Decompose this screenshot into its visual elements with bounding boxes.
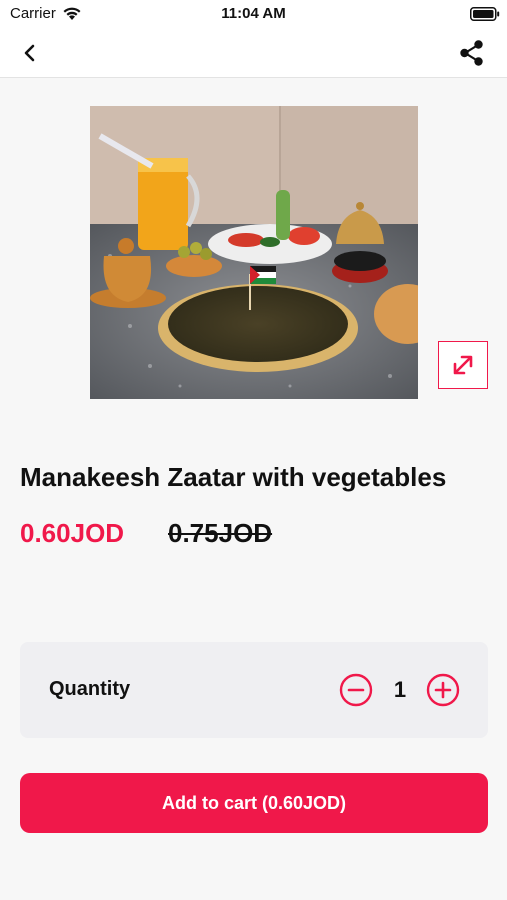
increase-quantity-button[interactable] — [426, 673, 460, 707]
expand-icon — [453, 355, 473, 375]
nav-bar — [0, 28, 507, 78]
quantity-value: 1 — [393, 677, 407, 702]
battery-icon — [470, 7, 500, 26]
product-title: Manakeesh Zaatar with vegetables — [20, 462, 447, 492]
current-price: 0.60JOD — [20, 518, 125, 548]
original-price: 0.75JOD — [168, 518, 273, 548]
decrease-quantity-button[interactable] — [339, 673, 373, 707]
expand-image-button[interactable] — [438, 341, 488, 389]
plus-circle-icon — [426, 673, 460, 707]
share-icon — [460, 40, 483, 66]
back-button[interactable] — [14, 38, 46, 68]
quantity-card: Quantity 1 — [20, 642, 488, 738]
status-bar: Carrier 11:04 AM — [0, 0, 507, 28]
add-to-cart-button[interactable]: Add to cart (0.60JOD) — [20, 773, 488, 833]
share-button[interactable] — [454, 36, 490, 70]
minus-circle-icon — [339, 673, 373, 707]
status-time: 11:04 AM — [221, 5, 286, 22]
quantity-label: Quantity — [49, 678, 131, 700]
product-image[interactable] — [90, 106, 418, 399]
chevron-left-icon — [24, 44, 35, 62]
